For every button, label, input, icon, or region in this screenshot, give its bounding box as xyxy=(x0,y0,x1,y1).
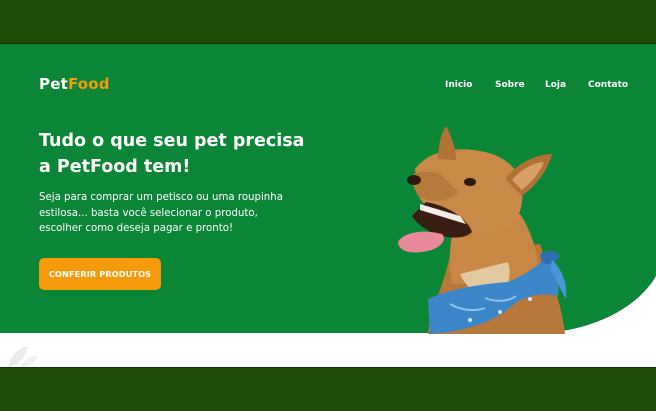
dog-image xyxy=(398,126,567,334)
nav-item-sobre[interactable]: Sobre xyxy=(495,80,525,90)
nav-item-loja[interactable]: Loja xyxy=(545,80,566,90)
conferir-produtos-button[interactable]: CONFERIR PRODUTOS xyxy=(39,258,161,290)
logo[interactable]: PetFood xyxy=(39,75,110,93)
subtext-line-2: estilosa... basta você selecionar o prod… xyxy=(39,207,258,219)
leaf-icon xyxy=(8,346,38,367)
bottom-letterbox-bar xyxy=(0,367,656,411)
subtext-line-3: escolher como deseja pagar e pronto! xyxy=(39,223,234,234)
landing-page: PetFood Inicio Sobre Loja Contato Tudo o… xyxy=(0,44,656,367)
hero-subtext: Seja para comprar um petisco ou uma roup… xyxy=(39,190,299,237)
headline-line-1: Tudo o que seu pet precisa xyxy=(39,131,305,151)
top-letterbox-bar xyxy=(0,0,656,44)
subtext-line-1: Seja para comprar um petisco ou uma roup… xyxy=(39,192,283,203)
nav-item-inicio[interactable]: Inicio xyxy=(445,80,472,90)
nav-item-contato[interactable]: Contato xyxy=(588,80,628,90)
hero-headline: Tudo o que seu pet precisa a PetFood tem… xyxy=(39,128,329,180)
logo-part-pet: Pet xyxy=(39,75,68,93)
logo-part-food: Food xyxy=(67,75,110,93)
headline-line-2: a PetFood tem! xyxy=(39,157,191,177)
